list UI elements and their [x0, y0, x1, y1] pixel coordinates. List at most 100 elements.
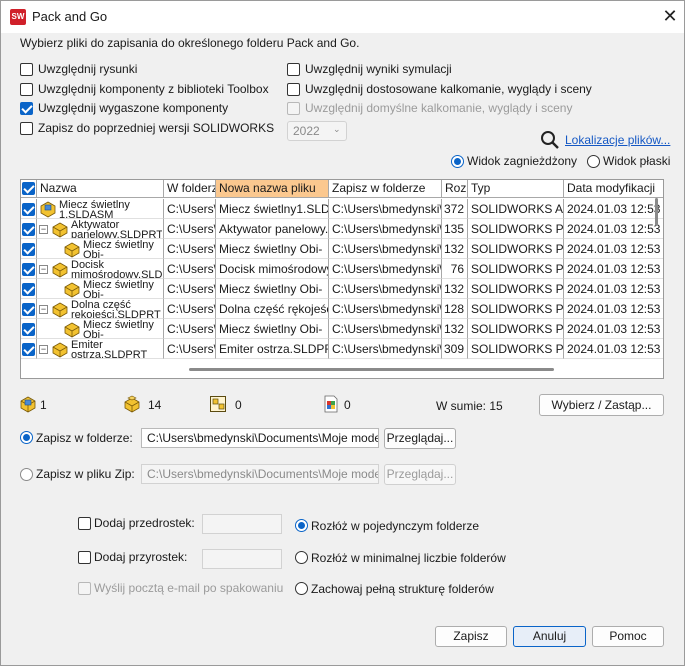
select-all-checkbox[interactable] — [22, 182, 35, 195]
cell-name: Miecz świetlny Obi-Wan.SLDPRT — [37, 279, 164, 299]
cell-size: 76 — [442, 259, 468, 279]
cell-size: 132 — [442, 279, 468, 299]
cell-modified: 2024.01.03 12:53 — [564, 259, 663, 279]
include-suppressed-checkbox[interactable] — [20, 102, 33, 115]
cell-new-name[interactable]: Miecz świetlny Obi- — [216, 239, 329, 259]
save-previous-version-checkbox[interactable] — [20, 122, 33, 135]
table-row[interactable]: Miecz świetlny Obi-Wan.SLDPRT C:\Users\Mi… — [21, 319, 663, 339]
column-header-in-folder[interactable]: W folderze — [164, 180, 216, 198]
search-icon[interactable] — [540, 130, 560, 150]
cell-save-to[interactable]: C:\Users\bmedynski\ — [329, 259, 442, 279]
cell-save-to[interactable]: C:\Users\bmedynski\ — [329, 199, 442, 219]
cell-save-to[interactable]: C:\Users\bmedynski\ — [329, 279, 442, 299]
table-row[interactable]: − Docisk mimośrodowy.SLDPRTC:\Users\Docis… — [21, 259, 663, 279]
browse-folder-button[interactable]: Przeglądaj... — [384, 428, 456, 449]
flatten-single-folder-radio[interactable] — [295, 519, 308, 532]
cell-new-name[interactable]: Aktywator panelowy.SLDPRT — [216, 219, 329, 239]
cell-new-name[interactable]: Miecz świetlny Obi- — [216, 279, 329, 299]
table-row[interactable]: − Emiter ostrza.SLDPRT C:\Users\ Emiter ost… — [21, 339, 663, 359]
cell-in-folder: C:\Users\ — [164, 239, 216, 259]
row-checkbox[interactable] — [22, 243, 35, 256]
cell-type: SOLIDWORKS Part — [468, 259, 564, 279]
file-locations-link[interactable]: Lokalizacje plików... — [565, 133, 670, 147]
title-bar: SW Pack and Go ✕ — [1, 1, 684, 33]
include-default-decals-checkbox[interactable] — [287, 102, 300, 115]
collapse-icon[interactable]: − — [39, 345, 48, 354]
file-name: Docisk mimośrodowy.SLDPRT — [71, 260, 162, 279]
row-checkbox[interactable] — [22, 203, 35, 216]
file-name: Miecz świetlny 1.SLDASM — [59, 200, 130, 219]
suffix-input[interactable] — [202, 549, 282, 569]
column-header-modified[interactable]: Data modyfikacji — [564, 180, 663, 198]
include-simulation-checkbox[interactable] — [287, 63, 300, 76]
cell-type: SOLIDWORKS Assembly — [468, 199, 564, 219]
table-row[interactable]: − Aktywator panelowy.SLDPRT C:\Users\ Aktyw… — [21, 219, 663, 239]
include-drawings-label: Uwzględnij rysunki — [38, 62, 138, 76]
drawing-count: 0 — [235, 398, 242, 412]
cell-new-name[interactable]: Emiter ostrza.SLDPRT — [216, 339, 329, 359]
cell-name: − Aktywator panelowy.SLDPRT — [37, 219, 164, 239]
cell-save-to[interactable]: C:\Users\bmedynski\ — [329, 339, 442, 359]
column-header-name[interactable]: Nazwa — [37, 180, 164, 198]
help-button[interactable]: Pomoc — [592, 626, 664, 647]
collapse-icon[interactable]: − — [39, 265, 48, 274]
assembly-count-icon — [20, 396, 36, 413]
row-checkbox[interactable] — [22, 263, 35, 276]
prefix-input[interactable] — [202, 514, 282, 534]
include-drawings-checkbox[interactable] — [20, 63, 33, 76]
collapse-icon[interactable]: − — [39, 225, 48, 234]
add-prefix-checkbox[interactable] — [78, 517, 91, 530]
window-title: Pack and Go — [32, 9, 108, 24]
include-suppressed-label: Uwzględnij wygaszone komponenty — [38, 101, 229, 115]
column-header-save-to[interactable]: Zapisz w folderze — [329, 180, 442, 198]
horizontal-scrollbar[interactable] — [189, 368, 554, 371]
cell-new-name[interactable]: Miecz świetlny Obi- — [216, 319, 329, 339]
close-icon[interactable]: ✕ — [659, 5, 681, 27]
column-header-type[interactable]: Typ — [468, 180, 564, 198]
browse-zip-button[interactable]: Przeglądaj... — [384, 464, 456, 485]
column-header-size[interactable]: Rozmiar — [442, 180, 468, 198]
cell-save-to[interactable]: C:\Users\bmedynski\ — [329, 239, 442, 259]
add-suffix-label: Dodaj przyrostek: — [94, 550, 188, 564]
cell-new-name[interactable]: Dolna część rękojeści — [216, 299, 329, 319]
select-all-header[interactable] — [21, 180, 37, 198]
email-after-pack-checkbox[interactable] — [78, 582, 91, 595]
table-row[interactable]: Miecz świetlny Obi-Wan.SLDPRT C:\Users\Mi… — [21, 279, 663, 299]
flat-view-radio[interactable] — [587, 155, 600, 168]
cell-save-to[interactable]: C:\Users\bmedynski\ — [329, 219, 442, 239]
row-checkbox[interactable] — [22, 343, 35, 356]
row-checkbox-cell — [21, 299, 37, 319]
assembly-count: 1 — [40, 398, 47, 412]
row-checkbox[interactable] — [22, 223, 35, 236]
include-toolbox-checkbox[interactable] — [20, 83, 33, 96]
cell-new-name[interactable]: Docisk mimośrodowy — [216, 259, 329, 279]
select-replace-button[interactable]: Wybierz / Zastąp... — [539, 394, 664, 416]
table-row[interactable]: Miecz świetlny Obi-Wan.SLDPRT C:\Users\Mi… — [21, 239, 663, 259]
collapse-icon[interactable]: − — [39, 305, 48, 314]
row-checkbox[interactable] — [22, 303, 35, 316]
nested-view-radio[interactable] — [451, 155, 464, 168]
row-checkbox[interactable] — [22, 323, 35, 336]
zip-path-input[interactable]: C:\Users\bmedynski\Documents\Moje modele… — [141, 464, 379, 484]
row-checkbox[interactable] — [22, 283, 35, 296]
cell-name: Miecz świetlny 1.SLDASM — [37, 199, 164, 219]
cell-save-to[interactable]: C:\Users\bmedynski\ — [329, 299, 442, 319]
cell-in-folder: C:\Users\ — [164, 319, 216, 339]
minimal-folders-radio[interactable] — [295, 551, 308, 564]
table-row[interactable]: Miecz świetlny 1.SLDASM C:\Users\ Miecz św… — [21, 199, 663, 219]
keep-folder-structure-radio[interactable] — [295, 582, 308, 595]
cell-new-name[interactable]: Miecz świetlny1.SLDASM — [216, 199, 329, 219]
include-custom-decals-checkbox[interactable] — [287, 83, 300, 96]
include-simulation-label: Uwzględnij wyniki symulacji — [305, 62, 452, 76]
save-to-zip-radio[interactable] — [20, 468, 33, 481]
vertical-scrollbar[interactable] — [651, 196, 663, 366]
cell-save-to[interactable]: C:\Users\bmedynski\ — [329, 319, 442, 339]
cancel-button[interactable]: Anuluj — [513, 626, 586, 647]
file-name: Aktywator panelowy.SLDPRT — [71, 220, 162, 239]
column-header-new-name[interactable]: Nowa nazwa pliku — [216, 180, 329, 198]
save-to-folder-radio[interactable] — [20, 431, 33, 444]
add-suffix-checkbox[interactable] — [78, 551, 91, 564]
table-row[interactable]: − Dolna część rękojeści.SLDPRT C:\Users\ Do… — [21, 299, 663, 319]
save-button[interactable]: Zapisz — [435, 626, 507, 647]
save-folder-path-input[interactable]: C:\Users\bmedynski\Documents\Moje modele… — [141, 428, 379, 448]
